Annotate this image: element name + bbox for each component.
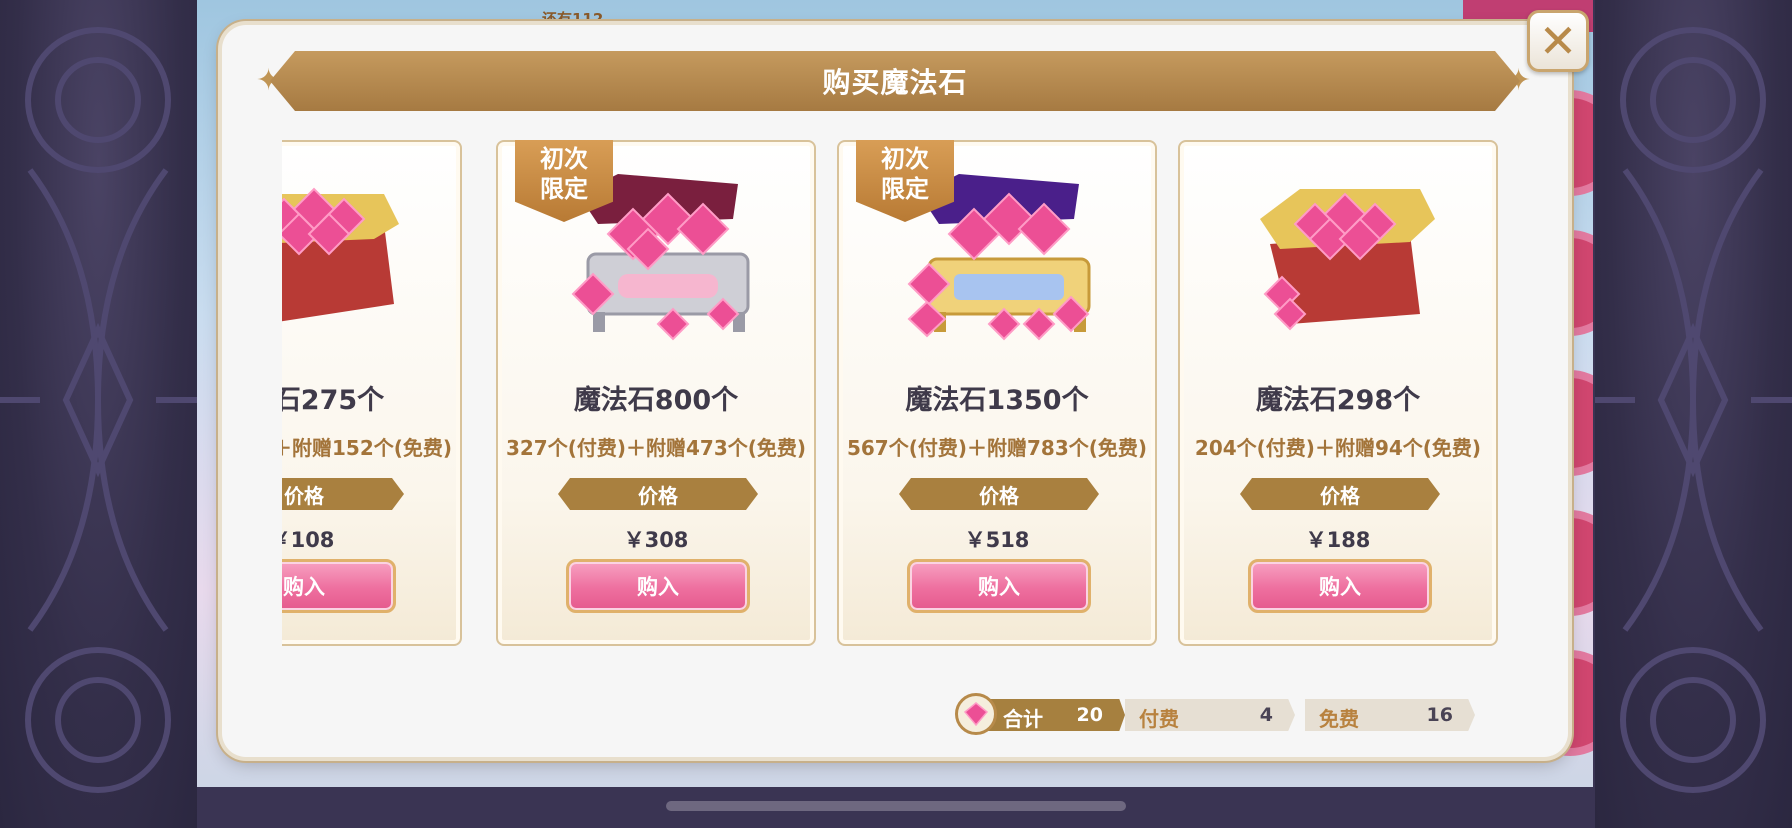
buy-button-label: 购入: [637, 575, 679, 599]
price-label: 价格: [1320, 483, 1360, 508]
product-carousel[interactable]: 魔法石275个 123个(付费)＋附赠152个(免费) 价格 ￥108 购入 初…: [282, 140, 1522, 652]
price-label-tag: 价格: [282, 478, 404, 510]
price-label: 价格: [979, 483, 1019, 508]
price-label-tag: 价格: [1240, 478, 1440, 510]
product-price: ￥518: [964, 528, 1030, 552]
buy-button[interactable]: 购入: [907, 559, 1091, 613]
free-label: 免费: [1319, 707, 1359, 731]
buy-button[interactable]: 购入: [566, 559, 750, 613]
price-label: 价格: [284, 483, 324, 508]
dialog-title: 购买魔法石: [822, 66, 968, 99]
product-name: 魔法石1350个: [905, 385, 1089, 416]
close-button[interactable]: ✕: [1527, 10, 1589, 72]
product-card: 初次 限定 魔法石1350个 567个(付费)＋附赠783个(免费) 价格 ￥5…: [837, 140, 1157, 646]
paid-gems-segment: 付费 4: [1125, 699, 1295, 731]
close-icon: ✕: [1538, 14, 1578, 68]
product-detail: 204个(付费)＋附赠94个(免费): [1194, 436, 1482, 460]
total-gems-segment: 合计 20: [983, 699, 1125, 731]
product-name: 魔法石298个: [1255, 385, 1421, 416]
home-indicator[interactable]: [666, 801, 1126, 811]
product-detail: 327个(付费)＋附赠473个(免费): [505, 436, 807, 460]
price-label: 价格: [638, 483, 678, 508]
product-price: ￥108: [282, 528, 335, 552]
paid-value: 4: [1259, 704, 1273, 726]
product-price: ￥188: [1305, 528, 1371, 552]
total-label: 合计: [1003, 707, 1043, 731]
paid-label: 付费: [1139, 707, 1179, 731]
product-detail: 567个(付费)＋附赠783个(免费): [846, 436, 1148, 460]
product-card: 魔法石275个 123个(付费)＋附赠152个(免费) 价格 ￥108 购入: [282, 140, 462, 646]
buy-button-label: 购入: [1319, 575, 1361, 599]
product-card: 初次 限定 魔法石800个 327个(付费)＋附赠473个(免费) 价格 ￥30…: [496, 140, 816, 646]
price-label-tag: 价格: [899, 478, 1099, 510]
product-price: ￥308: [623, 528, 689, 552]
total-value: 20: [1076, 704, 1103, 726]
right-ornament-panel: [1595, 0, 1792, 828]
product-name: 魔法石275个: [282, 385, 385, 416]
free-value: 16: [1426, 704, 1453, 726]
gem-icon: [955, 693, 997, 735]
dialog-title-banner: 购买魔法石: [270, 51, 1520, 111]
price-label-tag: 价格: [558, 478, 758, 510]
buy-button[interactable]: 购入: [1248, 559, 1432, 613]
product-card: 魔法石298个 204个(付费)＋附赠94个(免费) 价格 ￥188 购入: [1178, 140, 1498, 646]
badge-label: 初次 限定: [540, 145, 588, 203]
gem-box-icon: [282, 187, 399, 322]
buy-button[interactable]: 购入: [282, 559, 396, 613]
free-gems-segment: 免费 16: [1305, 699, 1475, 731]
gem-box-icon: [1260, 189, 1435, 331]
left-ornament-panel: [0, 0, 197, 828]
buy-button-label: 购入: [283, 575, 325, 599]
product-name: 魔法石800个: [573, 385, 739, 416]
product-detail: 123个(付费)＋附赠152个(免费): [282, 436, 453, 460]
badge-label: 初次 限定: [881, 145, 929, 203]
buy-button-label: 购入: [978, 575, 1020, 599]
